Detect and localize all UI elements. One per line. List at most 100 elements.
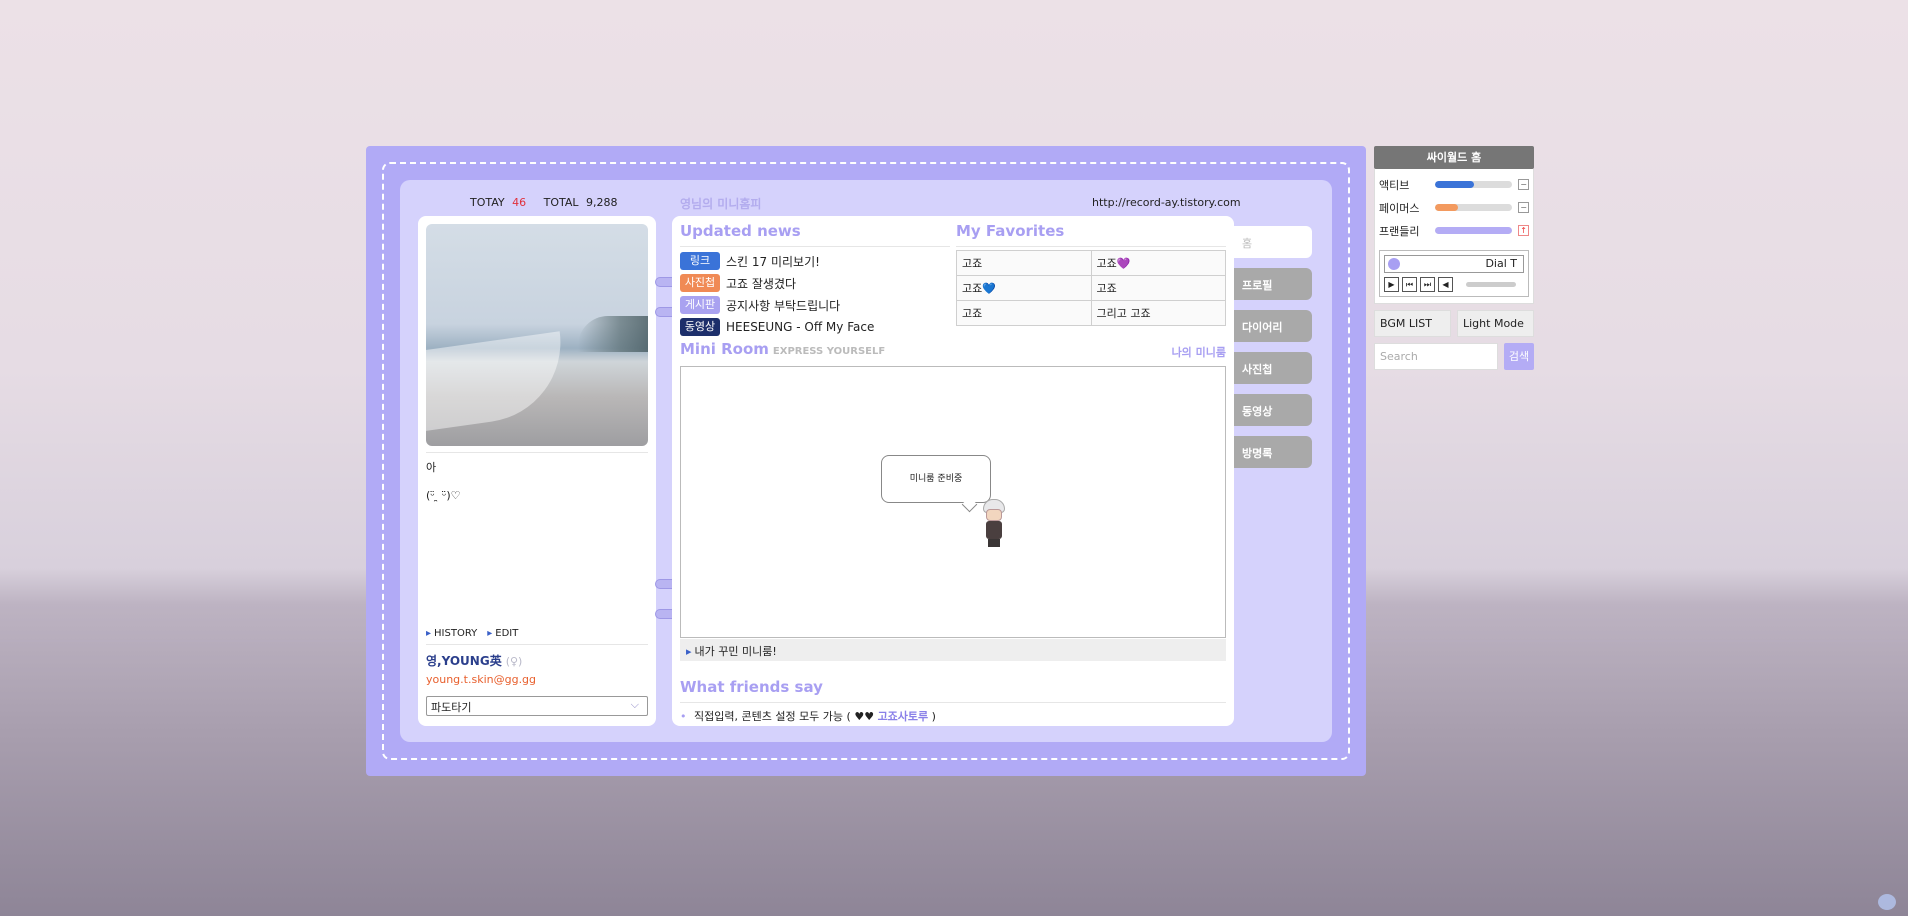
avatar-face (986, 509, 1002, 521)
comment-close: ) (931, 710, 936, 723)
news-item[interactable]: 동영상 HEESEUNG - Off My Face (680, 316, 874, 338)
profile-text-2: (ᵕ̈ ̯ ᵕ̈)♡ (426, 489, 461, 502)
tab-guestbook[interactable]: 방명록 (1234, 436, 1312, 468)
profile-name: 영,YOUNG英 (♀) (426, 652, 522, 669)
site-title: 영님의 미니홈피 (680, 197, 762, 211)
tab-photos[interactable]: 사진첩 (1234, 352, 1312, 384)
favorites-cell: 그리고 고죠 (1090, 300, 1226, 326)
speech-bubble: 미니룸 준비중 (881, 455, 991, 503)
widget-body: 액티브 − 페이머스 − 프랜들리 ↑ Dial T ▶ ⏮ ⏭ ◀ (1374, 169, 1534, 304)
bullet-icon: • (680, 710, 687, 723)
history-link[interactable]: HISTORY (426, 628, 477, 639)
miniroom-canvas: 미니룸 준비중 (680, 366, 1226, 638)
tab-home[interactable]: 홈 (1234, 226, 1312, 258)
today-count: 46 (512, 196, 527, 209)
tab-profile[interactable]: 프로필 (1234, 268, 1312, 300)
tab-videos[interactable]: 동영상 (1234, 394, 1312, 426)
stat-label: 액티브 (1379, 178, 1410, 192)
volume-icon[interactable]: ◀ (1438, 277, 1453, 292)
cyworld-widget: 싸이월드 홈 액티브 − 페이머스 − 프랜들리 ↑ Dial T ▶ ⏮ ⏭ (1374, 146, 1534, 370)
photo-wave (426, 331, 571, 433)
minihompy-inner: TOTAY 46 TOTAL 9,288 영님의 미니홈피 http://rec… (400, 180, 1332, 742)
volume-slider[interactable] (1466, 282, 1516, 287)
friends-title: What friends say (680, 678, 823, 696)
track-display: Dial T (1384, 255, 1524, 273)
stat-bar (1435, 227, 1513, 234)
stat-label: 프랜들리 (1379, 224, 1420, 238)
news-item[interactable]: 링크 스킨 17 미리보기! (680, 250, 874, 272)
search-input[interactable] (1374, 343, 1498, 370)
profile-panel: 아 (ᵕ̈ ̯ ᵕ̈)♡ HISTORY EDIT 영,YOUNG英(♀) yo… (418, 216, 656, 726)
favorites-table: 고죠 고죠💜 고죠💙 고죠 고죠 그리고 고죠 (956, 250, 1226, 326)
minime-avatar[interactable] (981, 499, 1007, 549)
stat-bar (1435, 204, 1513, 211)
divider (680, 246, 950, 247)
photo-trees (578, 316, 648, 352)
previous-icon[interactable]: ⏮ (1402, 277, 1417, 292)
search-button[interactable]: 검색 (1504, 343, 1534, 370)
stat-active: 액티브 − (1379, 173, 1529, 196)
bgm-list-button[interactable]: BGM LIST (1374, 310, 1451, 337)
minus-icon[interactable]: − (1518, 179, 1529, 190)
stat-friendly: 프랜들리 ↑ (1379, 219, 1529, 242)
play-icon[interactable]: ▶ (1384, 277, 1399, 292)
divider (426, 452, 648, 453)
favorites-title: My Favorites (956, 222, 1065, 240)
miniroom-caption: 내가 꾸민 미니룸! (680, 639, 1226, 661)
profile-photo (426, 224, 648, 446)
miniroom-title: Mini Room EXPRESS YOURSELF (680, 340, 885, 358)
bubble-icon[interactable] (1878, 894, 1896, 910)
miniroom-title-text: Mini Room (680, 340, 769, 358)
family-select[interactable]: 파도타기 ⌵ (426, 696, 648, 716)
tab-diary[interactable]: 다이어리 (1234, 310, 1312, 342)
widget-buttons: BGM LIST Light Mode (1374, 310, 1534, 337)
news-badge: 동영상 (680, 318, 720, 336)
stat-label: 페이머스 (1379, 201, 1420, 215)
today-label: TOTAY (470, 196, 505, 209)
favorites-cell: 고죠 (956, 300, 1092, 326)
total-count: 9,288 (586, 196, 618, 209)
news-badge: 게시판 (680, 296, 720, 314)
my-miniroom-link[interactable]: 나의 미니룸 (1172, 344, 1226, 360)
news-text: 고죠 잘생겼다 (726, 276, 797, 291)
player-controls: ▶ ⏮ ⏭ ◀ (1384, 277, 1524, 292)
profile-links: HISTORY EDIT (426, 628, 518, 639)
arrow-up-icon[interactable]: ↑ (1518, 225, 1529, 236)
profile-email[interactable]: young.t.skin@gg.gg (426, 673, 536, 686)
news-text: 공지사항 부탁드립니다 (726, 298, 841, 313)
minihompy-frame: TOTAY 46 TOTAL 9,288 영님의 미니홈피 http://rec… (366, 146, 1366, 776)
friend-comment: • 직접입력, 콘텐츠 설정 모두 가능 ( ♥♥ 고죠사토루 ) (680, 708, 936, 724)
divider (956, 246, 1226, 247)
widget-title[interactable]: 싸이월드 홈 (1374, 146, 1534, 169)
bgm-player: Dial T ▶ ⏮ ⏭ ◀ (1379, 250, 1529, 297)
gender-symbol: (♀) (505, 655, 523, 668)
light-mode-button[interactable]: Light Mode (1457, 310, 1534, 337)
profile-name-text: 영,YOUNG英 (426, 654, 502, 668)
minus-icon[interactable]: − (1518, 202, 1529, 213)
family-select-value: 파도타기 (431, 701, 472, 714)
avatar-legs (988, 539, 1000, 547)
next-icon[interactable]: ⏭ (1420, 277, 1435, 292)
stat-bar (1435, 181, 1513, 188)
favorites-cell: 고죠💜 (1090, 250, 1226, 276)
table-row: 고죠💙 고죠 (956, 275, 1226, 301)
news-badge: 사진첩 (680, 274, 720, 292)
table-row: 고죠 고죠💜 (956, 250, 1226, 276)
edit-link[interactable]: EDIT (487, 628, 518, 639)
favorites-cell: 고죠 (956, 250, 1092, 276)
content-panel: Updated news 링크 스킨 17 미리보기! 사진첩 고죠 잘생겼다 … (672, 216, 1234, 726)
news-item[interactable]: 사진첩 고죠 잘생겼다 (680, 272, 874, 294)
divider (680, 702, 1226, 703)
table-row: 고죠 그리고 고죠 (956, 300, 1226, 326)
cd-icon (1388, 258, 1400, 270)
search-row: 검색 (1374, 343, 1534, 370)
chevron-down-icon: ⌵ (630, 698, 639, 711)
comment-author[interactable]: 고죠사토루 (878, 710, 929, 723)
updated-news-title: Updated news (680, 222, 801, 240)
news-item[interactable]: 게시판 공지사항 부탁드립니다 (680, 294, 874, 316)
stat-famous: 페이머스 − (1379, 196, 1529, 219)
comment-text: 직접입력, 콘텐츠 설정 모두 가능 ( ♥♥ (694, 710, 875, 723)
avatar-body (986, 521, 1002, 539)
site-url[interactable]: http://record-ay.tistory.com (1092, 196, 1241, 209)
miniroom-subtitle: EXPRESS YOURSELF (772, 346, 886, 357)
